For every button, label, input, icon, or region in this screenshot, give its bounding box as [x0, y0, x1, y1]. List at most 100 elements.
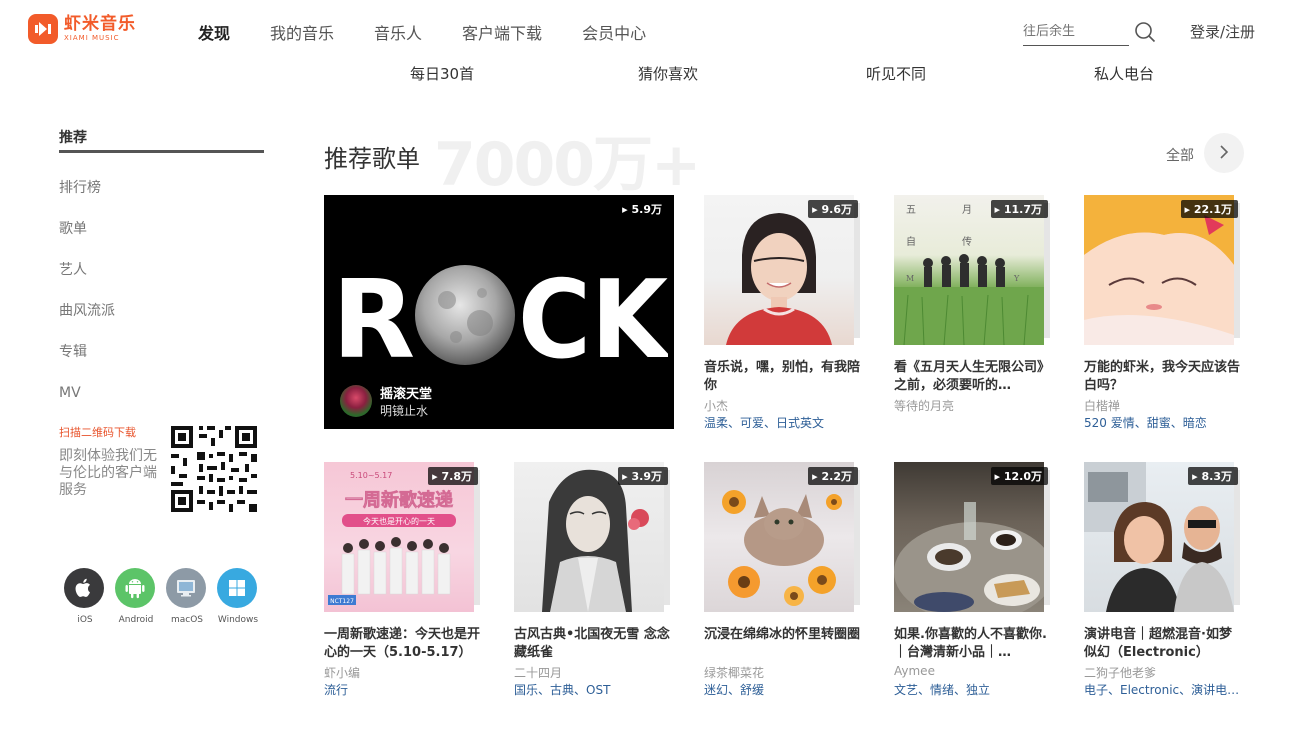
nav-discover[interactable]: 发现	[198, 20, 230, 44]
sidebar-item-genres[interactable]: 曲风流派	[59, 301, 264, 342]
subnav-daily-30[interactable]: 每日30首	[410, 63, 474, 82]
rock-artwork: R CK	[332, 265, 668, 365]
playlist-title[interactable]: 万能的虾米，我今天应该告白吗？	[1084, 359, 1244, 395]
sidebar-item-mv[interactable]: MV	[59, 383, 264, 424]
playlist-tags[interactable]: 温柔、可爱、日式英文	[704, 414, 864, 431]
app-windows[interactable]: Windows	[217, 568, 259, 625]
nav-my-music[interactable]: 我的音乐	[270, 20, 334, 44]
playlist-card[interactable]: ▸ 8.3万 演讲电音｜超燃混音·如梦似幻（Electronic） 二狗子他老爹…	[1084, 462, 1244, 698]
featured-playlist[interactable]: ▸ 5.9万 R CK 摇滚天堂 明镜止水	[324, 195, 674, 429]
cover-text: 5.10~5.17	[350, 471, 392, 480]
playlist-title[interactable]: 一周新歌速递：今天也是开心的一天（5.10-5.17）	[324, 626, 484, 662]
main-nav: 发现 我的音乐 音乐人 客户端下载 会员中心	[178, 20, 686, 44]
subnav-hear-different[interactable]: 听见不同	[866, 63, 926, 82]
play-count-badge: ▸ 3.9万	[618, 467, 668, 485]
chevron-right-icon	[1218, 144, 1230, 163]
subnav-guess-you-like[interactable]: 猜你喜欢	[638, 63, 698, 82]
playlist-author[interactable]: 二十四月	[514, 664, 674, 681]
app-label-windows: Windows	[217, 615, 259, 625]
top-header: 虾米音乐 XIAMI MUSIC 发现 我的音乐 音乐人 客户端下载 会员中心 …	[0, 0, 1298, 62]
android-icon	[115, 568, 155, 608]
view-all-link[interactable]: 全部	[1166, 145, 1194, 165]
cover-text: M	[906, 274, 914, 283]
play-count-badge: ▸ 5.9万	[618, 200, 668, 218]
app-download-links: iOS Android macOS Windows	[64, 568, 268, 625]
playlist-title[interactable]: 古风古典•北国夜无雪 念念藏纸雀	[514, 626, 674, 662]
playlist-tags[interactable]: 520 爱情、甜蜜、暗恋	[1084, 414, 1244, 431]
feature-subtitle: 明镜止水	[380, 404, 429, 418]
search-input[interactable]	[1023, 24, 1129, 39]
playlist-title[interactable]: 如果.你喜歡的人不喜歡你.｜台灣清新小品｜…	[894, 626, 1054, 662]
app-label-ios: iOS	[77, 615, 93, 625]
sidebar-item-artists[interactable]: 艺人	[59, 260, 264, 301]
logo-text: 虾米音乐	[64, 14, 136, 34]
playlist-card[interactable]: ▸ 9.6万 音乐说，嘿，别怕，有我陪你 小杰 温柔、可爱、日式英文	[704, 195, 864, 431]
playlist-tags[interactable]: 电子、Electronic、演讲电…	[1084, 681, 1244, 698]
playlist-tags[interactable]: 流行	[324, 681, 484, 698]
play-count: 8.3万	[1201, 470, 1233, 483]
playlist-tags[interactable]	[894, 414, 1054, 431]
apple-icon	[64, 568, 104, 608]
playlist-title[interactable]: 沉浸在绵绵冰的怀里转圈圈	[704, 626, 864, 662]
app-macos[interactable]: macOS	[166, 568, 208, 625]
playlist-card[interactable]: ▸ 22.1万 万能的虾米，我今天应该告白吗？ 白楷禅 520 爱情、甜蜜、暗恋	[1084, 195, 1244, 431]
app-android[interactable]: Android	[115, 568, 157, 625]
nav-vip-center[interactable]: 会员中心	[582, 20, 646, 44]
sub-nav: 每日30首 猜你喜欢 听见不同 私人电台	[0, 62, 1298, 82]
sidebar: 推荐 排行榜 歌单 艺人 曲风流派 专辑 MV	[59, 128, 264, 424]
play-count-badge: ▸ 8.3万	[1188, 467, 1238, 485]
windows-icon	[217, 568, 257, 608]
qr-download-block: 扫描二维码下载 即刻体验我们无与伦比的客户端服务	[59, 424, 264, 519]
svg-text:CK: CK	[518, 265, 668, 365]
play-count: 11.7万	[1003, 203, 1042, 216]
playlist-tags[interactable]: 迷幻、舒缓	[704, 681, 864, 698]
play-count: 2.2万	[821, 470, 853, 483]
cover-text: Y	[1013, 274, 1020, 283]
app-label-android: Android	[118, 615, 154, 625]
feature-title: 摇滚天堂	[380, 387, 433, 402]
cover-text: 五	[906, 205, 916, 216]
playlist-title[interactable]: 音乐说，嘿，别怕，有我陪你	[704, 359, 864, 395]
play-count-badge: ▸ 11.7万	[990, 200, 1048, 218]
playlist-author[interactable]: 小杰	[704, 397, 864, 414]
play-count-badge: ▸ 9.6万	[808, 200, 858, 218]
playlist-card[interactable]: ▸ 3.9万 古风古典•北国夜无雪 念念藏纸雀 二十四月 国乐、古典、OST	[514, 462, 674, 698]
nav-client-download[interactable]: 客户端下载	[462, 20, 542, 44]
sidebar-item-albums[interactable]: 专辑	[59, 342, 264, 383]
playlist-author[interactable]: 白楷禅	[1084, 397, 1244, 414]
logo[interactable]: 虾米音乐 XIAMI MUSIC	[28, 14, 136, 44]
playlist-author[interactable]: Aymee	[894, 664, 1054, 681]
app-ios[interactable]: iOS	[64, 568, 106, 625]
playlist-author[interactable]: 虾小编	[324, 664, 484, 681]
playlist-card[interactable]: ▸ 2.2万 沉浸在绵绵冰的怀里转圈圈 绿茶椰菜花 迷幻、舒缓	[704, 462, 864, 698]
view-all-button[interactable]	[1204, 133, 1244, 173]
playlist-author[interactable]: 二狗子他老爹	[1084, 664, 1244, 681]
play-count: 5.9万	[631, 203, 663, 216]
play-count-badge: ▸ 7.8万	[428, 467, 478, 485]
playlist-tags[interactable]: 国乐、古典、OST	[514, 681, 674, 698]
feature-avatar	[340, 385, 372, 417]
login-register-link[interactable]: 登录/注册	[1190, 21, 1255, 42]
playlist-card[interactable]: 5.10~5.17 一周新歌速递 今天也是开心的一天 NCT127 ▸ 7.8万…	[324, 462, 484, 698]
playlist-title[interactable]: 演讲电音｜超燃混音·如梦似幻（Electronic）	[1084, 626, 1244, 662]
cover-text: 今天也是开心的一天	[363, 516, 435, 526]
cover-text: 传	[962, 236, 972, 248]
search-icon[interactable]	[1134, 21, 1156, 47]
playlist-tags[interactable]: 文艺、情绪、独立	[894, 681, 1054, 698]
sidebar-item-charts[interactable]: 排行榜	[59, 178, 264, 219]
playlist-title[interactable]: 看《五月天人生无限公司》之前，必须要听的…	[894, 359, 1054, 395]
playlist-card[interactable]: ▸ 12.0万 如果.你喜歡的人不喜歡你.｜台灣清新小品｜… Aymee 文艺、…	[894, 462, 1054, 698]
qr-description: 即刻体验我们无与伦比的客户端服务	[59, 448, 157, 498]
playlist-card[interactable]: 五 月 自 传 M Y ▸ 11.7万 看《五月天人生无限公司》之前，必须要听的…	[894, 195, 1054, 431]
cover-text: 自	[906, 235, 916, 248]
logo-icon	[28, 14, 58, 44]
subnav-private-radio[interactable]: 私人电台	[1094, 63, 1154, 82]
play-count-badge: ▸ 22.1万	[1180, 200, 1238, 218]
nav-musicians[interactable]: 音乐人	[374, 20, 422, 44]
playlist-author[interactable]: 等待的月亮	[894, 397, 1054, 414]
sidebar-item-playlists[interactable]: 歌单	[59, 219, 264, 260]
sidebar-item-recommend[interactable]: 推荐	[59, 128, 264, 153]
playlist-author[interactable]: 绿茶椰菜花	[704, 664, 864, 681]
cover-text: 一周新歌速递	[345, 489, 453, 511]
play-count: 22.1万	[1193, 203, 1232, 216]
